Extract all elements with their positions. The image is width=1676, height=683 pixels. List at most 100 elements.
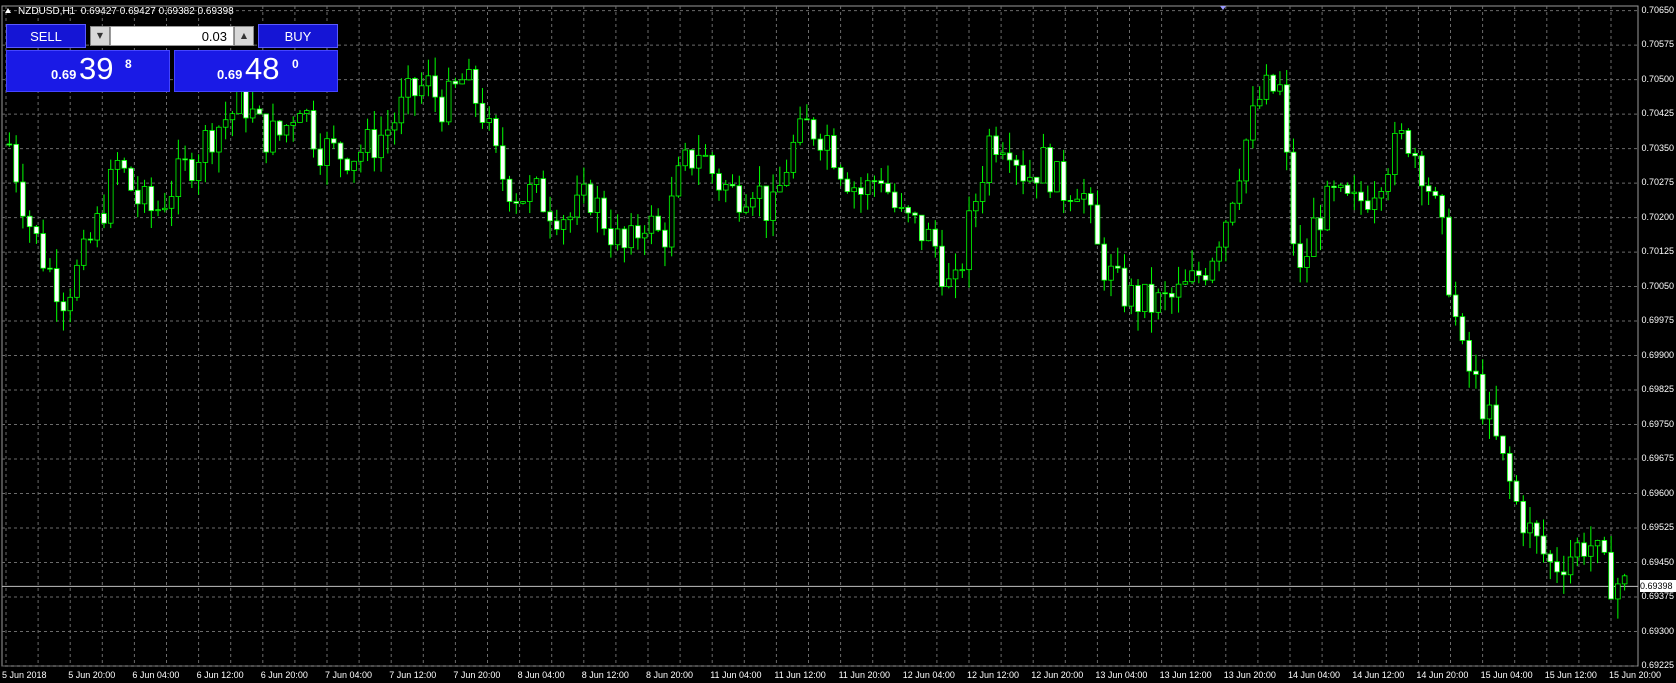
bear-candle [1412,153,1418,157]
bear-candle [1196,270,1202,276]
bull-candle [567,216,574,221]
bear-candle [60,301,67,312]
time-scale-label: 7 Jun 04:00 [325,670,373,680]
bear-candle [601,197,607,230]
bear-candle [918,214,925,242]
price-scale-label: 0.70050 [1641,280,1674,291]
bull-candle [1486,404,1493,420]
sell-price-box[interactable]: 0.69 39 8 [6,50,170,92]
bull-candle [1236,180,1243,204]
time-scale-label: 15 Jun 20:00 [1609,670,1662,680]
bull-candle [1074,198,1080,202]
bull-candle [722,184,729,191]
price-chart[interactable] [0,0,1676,683]
bear-candle [837,167,844,180]
time-scale-label: 5 Jun 20:00 [68,670,116,680]
bull-candle [1223,221,1229,248]
sell-price-fraction: 8 [125,57,132,71]
bear-candle [1432,190,1439,197]
bear-candle [1520,500,1527,534]
time-scale-label: 11 Jun 12:00 [774,670,826,680]
bull-candle [790,141,797,173]
bear-candle [87,238,94,241]
time-scale-label: 12 Jun 04:00 [902,670,955,680]
bull-candle [594,197,601,213]
bull-candle [162,207,168,211]
buy-price-box[interactable]: 0.69 48 0 [174,50,338,92]
symbol-label: NZDUSD,H1 [18,6,76,17]
price-scale-label: 0.69450 [1641,556,1674,567]
bear-candle [40,233,46,269]
bull-candle [864,180,871,195]
bear-candle [621,228,628,249]
bear-candle [472,69,479,104]
bear-candle [1067,200,1074,202]
price-scale-label: 0.70275 [1641,177,1674,188]
bear-candle [1533,522,1540,537]
bull-candle [1108,265,1114,281]
time-scale-label: 15 Jun 12:00 [1544,670,1597,680]
bull-candle [1040,147,1047,184]
bear-candle [1148,283,1155,313]
lot-decrease-icon[interactable]: ▼ [90,26,110,46]
bear-candle [1033,176,1040,184]
bear-candle [20,181,26,217]
bull-candle [297,113,303,123]
bull-candle [1567,556,1574,576]
bear-candle [1601,540,1608,553]
bull-candle [648,215,655,234]
price-scale-label: 0.70425 [1641,108,1674,119]
time-scale-label: 6 Jun 04:00 [132,670,180,680]
bull-candle [1128,285,1135,307]
time-scale-label: 12 Jun 12:00 [967,670,1020,680]
bear-candle [1419,155,1425,187]
buy-button[interactable]: BUY [258,24,338,48]
bear-candle [256,108,263,115]
bull-candle [1054,161,1060,193]
bear-candle [135,189,141,205]
bull-candle [1000,152,1006,155]
bear-candle [932,228,939,247]
bull-candle [168,196,175,209]
bull-candle [959,269,966,272]
bear-candle [337,142,344,160]
sell-button[interactable]: SELL [6,24,86,48]
bear-candle [1060,161,1067,201]
bull-candle [1182,281,1189,285]
bull-candle [1385,174,1391,192]
bull-candle [986,135,993,183]
bull-candle [1304,256,1310,268]
bull-candle [1351,191,1358,194]
time-scale-label: 6 Jun 12:00 [196,670,244,680]
price-scale-label: 0.69975 [1641,315,1674,326]
bear-candle [1554,561,1560,573]
bear-candle [148,186,155,212]
bull-candle [1371,197,1378,210]
bull-candle [675,165,682,197]
bear-candle [736,185,743,213]
bull-candle [364,129,371,153]
lot-size-input[interactable] [110,26,234,46]
bear-candle [1493,404,1499,437]
bear-candle [412,78,418,97]
bear-candle [858,187,864,195]
bear-candle [1006,152,1013,161]
bear-candle [1459,316,1466,341]
bull-candle [925,228,932,242]
bull-candle [1155,292,1162,313]
bull-candle [94,213,101,241]
bull-candle [682,149,688,167]
bear-candle [547,211,553,222]
lot-increase-icon[interactable]: ▲ [234,26,254,46]
time-scale-label: 8 Jun 12:00 [581,670,629,680]
bull-candle [533,178,540,185]
bull-candle [195,161,202,181]
bull-candle [290,121,296,126]
time-scale-label: 15 Jun 04:00 [1480,670,1533,680]
collapse-arrow-icon[interactable] [5,8,11,13]
bear-candle [1114,265,1121,269]
bull-candle [824,135,830,151]
bull-candle [1378,191,1385,199]
bear-candle [101,213,107,224]
bear-candle [844,178,851,193]
